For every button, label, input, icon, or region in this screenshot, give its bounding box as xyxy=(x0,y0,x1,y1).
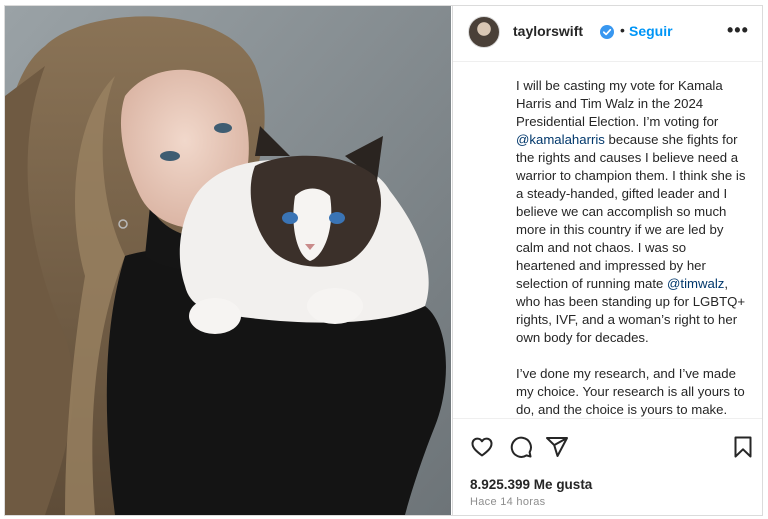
share-icon[interactable] xyxy=(545,435,569,459)
post-modal: taylorswift • Seguir ••• I will be casti… xyxy=(4,5,763,516)
caption-text: I will be casting my vote for Kamala Har… xyxy=(516,78,723,129)
separator-dot: • xyxy=(620,22,625,38)
mention-link-kamalaharris[interactable]: @kamalaharris xyxy=(516,132,605,147)
post-caption: I will be casting my vote for Kamala Har… xyxy=(516,77,748,417)
caption-text: because she fights for the rights and ca… xyxy=(516,132,746,291)
username-link[interactable]: taylorswift xyxy=(513,23,583,39)
post-header: taylorswift • Seguir ••• xyxy=(453,6,762,62)
post-actions: 8.925.399 Me gusta Hace 14 horas xyxy=(453,418,762,515)
avatar[interactable] xyxy=(468,16,500,48)
caption-paragraph: I’ve done my research, and I’ve made my … xyxy=(516,366,745,417)
more-options-icon[interactable]: ••• xyxy=(727,20,749,41)
likes-count[interactable]: 8.925.399 Me gusta xyxy=(470,477,592,492)
verified-badge-icon xyxy=(600,25,614,39)
follow-button[interactable]: Seguir xyxy=(629,23,673,39)
heart-icon[interactable] xyxy=(470,435,494,459)
bookmark-icon[interactable] xyxy=(731,435,755,459)
caption-paragraph: I will be casting my vote for Kamala Har… xyxy=(516,77,748,347)
mention-link-timwalz[interactable]: @timwalz xyxy=(667,276,724,291)
post-timestamp[interactable]: Hace 14 horas xyxy=(470,496,545,508)
comment-icon[interactable] xyxy=(509,435,533,459)
post-photo[interactable] xyxy=(5,6,451,515)
post-side-panel: taylorswift • Seguir ••• I will be casti… xyxy=(452,6,762,515)
post-photo-illustration xyxy=(5,6,451,515)
